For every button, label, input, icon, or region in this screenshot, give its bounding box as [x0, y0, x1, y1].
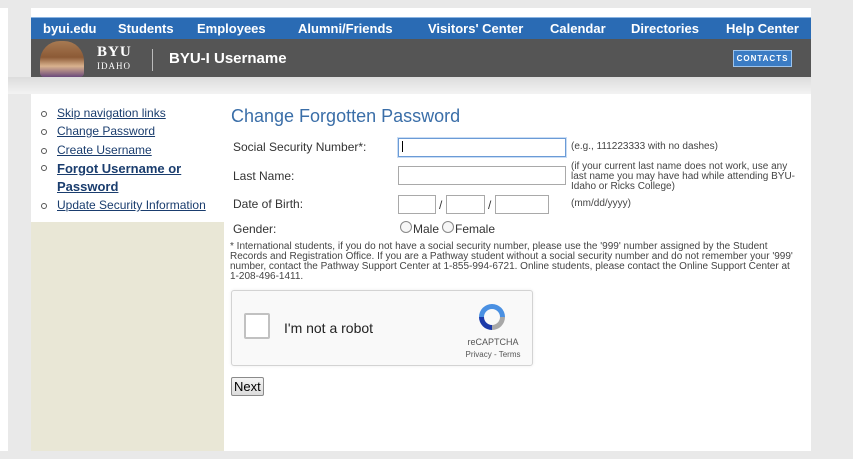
change-password-link[interactable]: Change Password	[57, 124, 155, 138]
sidebar-links: Skip navigation links Change Password Cr…	[31, 94, 224, 222]
bullet-icon	[41, 203, 47, 209]
page-title: Change Forgotten Password	[231, 106, 461, 126]
nav-help-center[interactable]: Help Center	[726, 21, 799, 36]
ssn-label: Social Security Number*:	[233, 140, 367, 154]
logo-sub-text: IDAHO	[97, 61, 131, 71]
avatar-photo	[40, 41, 84, 77]
ssn-input[interactable]	[398, 138, 566, 157]
dob-day-input[interactable]	[446, 195, 485, 214]
sidebar: Skip navigation links Change Password Cr…	[31, 94, 224, 451]
nav-visitors-center[interactable]: Visitors' Center	[428, 21, 523, 36]
window-border-right	[811, 0, 853, 459]
bullet-icon	[41, 129, 47, 135]
gender-male-label: Male	[413, 222, 440, 236]
window-border-left	[8, 0, 31, 459]
bullet-icon	[41, 165, 47, 171]
dob-hint: (mm/dd/yyyy)	[571, 198, 631, 209]
gender-female-radio[interactable]	[442, 221, 454, 233]
lastname-label: Last Name:	[233, 169, 295, 183]
recaptcha-label: I'm not a robot	[284, 320, 374, 336]
recaptcha-widget: I'm not a robot reCAPTCHA Privacy - Term…	[231, 290, 533, 366]
recaptcha-brand: reCAPTCHA	[467, 337, 519, 347]
forgot-username-line2: Password	[57, 179, 119, 194]
nav-byui-edu[interactable]: byui.edu	[43, 21, 96, 36]
page-frame: byui.edu Students Employees Alumni/Frien…	[0, 0, 853, 459]
contacts-button[interactable]: CONTACTS	[733, 50, 792, 67]
recaptcha-checkbox[interactable]	[244, 313, 270, 339]
site-header: BYU IDAHO BYU-I Username CONTACTS	[31, 39, 811, 77]
nav-directories[interactable]: Directories	[631, 21, 699, 36]
main-content: Change Forgotten Password Social Securit…	[224, 94, 811, 451]
lastname-hint: (if your current last name does not work…	[571, 161, 796, 192]
gender-male-radio[interactable]	[400, 221, 412, 233]
site-title: BYU-I Username	[169, 50, 287, 67]
international-students-note: * International students, if you do not …	[230, 241, 793, 282]
dob-separator: /	[488, 198, 492, 212]
nav-employees[interactable]: Employees	[197, 21, 266, 36]
dob-year-input[interactable]	[495, 195, 549, 214]
byu-idaho-logo[interactable]: BYU IDAHO	[97, 45, 132, 71]
recaptcha-terms-link[interactable]: Privacy - Terms	[465, 350, 521, 359]
window-border-bottom	[0, 451, 853, 459]
top-navigation: byui.edu Students Employees Alumni/Frien…	[31, 17, 811, 40]
dob-month-input[interactable]	[398, 195, 436, 214]
dob-separator: /	[439, 198, 443, 212]
dob-label: Date of Birth:	[233, 197, 304, 211]
recaptcha-logo-icon	[479, 304, 505, 330]
bullet-icon	[41, 148, 47, 154]
header-shadow	[8, 77, 811, 94]
skip-navigation-link[interactable]: Skip navigation links	[57, 106, 166, 120]
window-border-top	[0, 0, 853, 8]
ssn-hint: (e.g., 111223333 with no dashes)	[571, 141, 718, 152]
header-divider	[152, 49, 153, 71]
nav-students[interactable]: Students	[118, 21, 174, 36]
text-caret	[402, 141, 403, 152]
gender-female-label: Female	[455, 222, 496, 236]
gender-label: Gender:	[233, 222, 277, 236]
update-security-link[interactable]: Update Security Information	[57, 198, 206, 212]
next-button[interactable]: Next	[231, 377, 264, 396]
nav-alumni-friends[interactable]: Alumni/Friends	[298, 21, 393, 36]
lastname-input[interactable]	[398, 166, 566, 185]
create-username-link[interactable]: Create Username	[57, 143, 152, 157]
logo-main-text: BYU	[97, 44, 132, 60]
forgot-username-link[interactable]: Forgot Username or Password	[57, 160, 181, 196]
nav-calendar[interactable]: Calendar	[550, 21, 606, 36]
forgot-username-line1: Forgot Username or	[57, 161, 182, 176]
bullet-icon	[41, 111, 47, 117]
